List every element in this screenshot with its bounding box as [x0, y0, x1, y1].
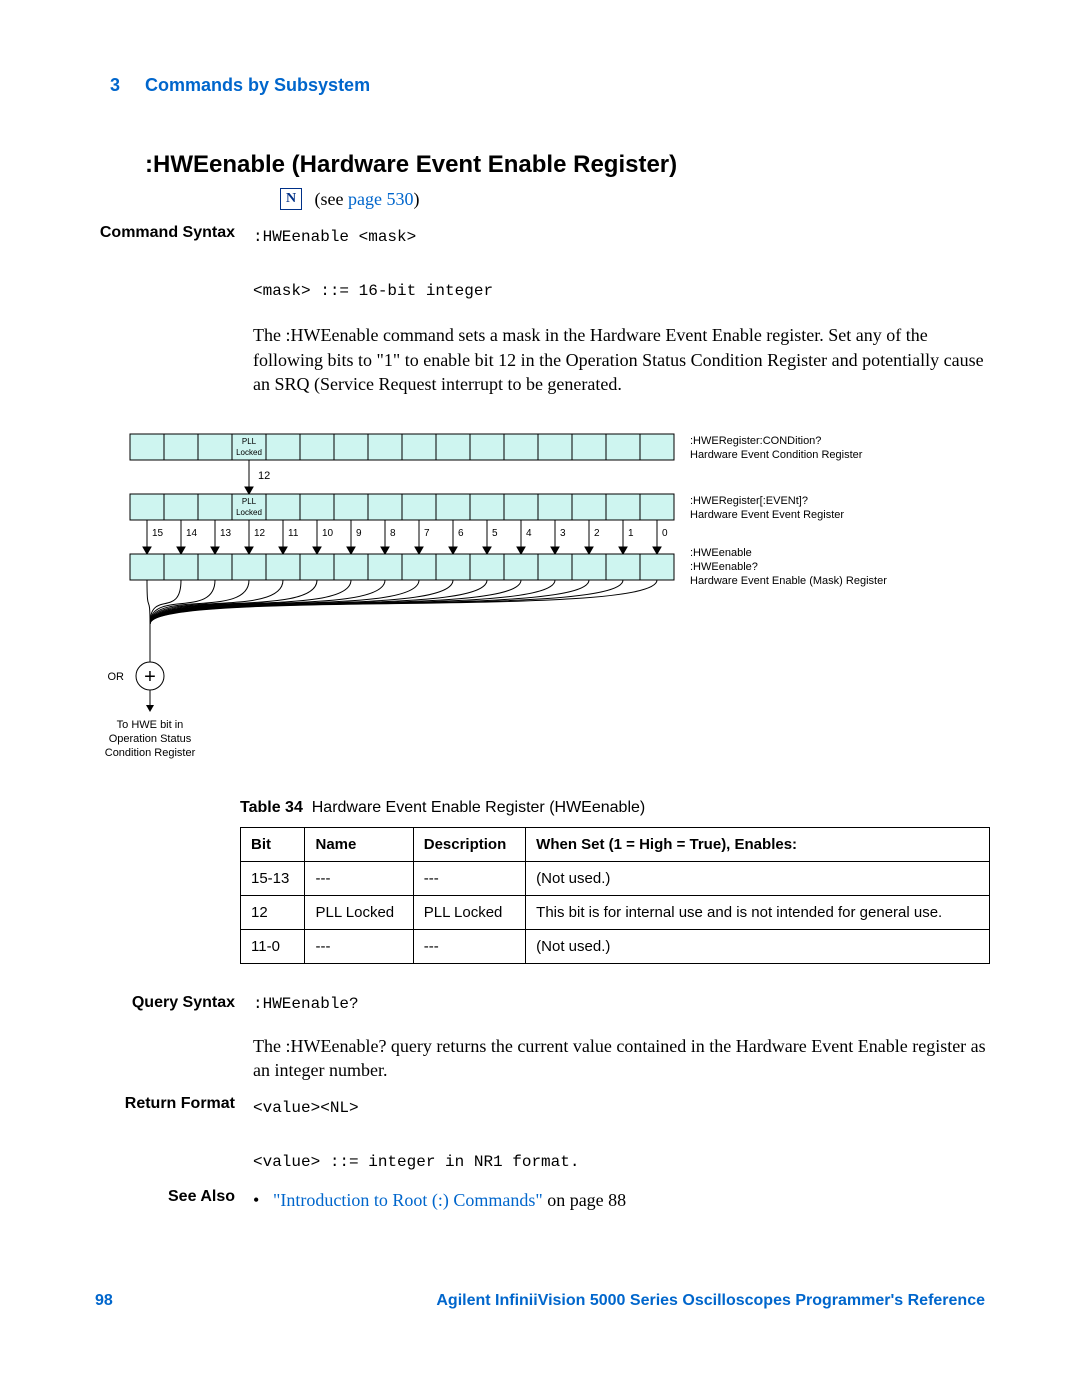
- see-prefix: (see: [315, 189, 348, 209]
- svg-text:5: 5: [492, 528, 498, 539]
- svg-text:3: 3: [560, 528, 566, 539]
- table-title: Hardware Event Enable Register (HWEenabl…: [312, 799, 645, 816]
- svg-text:Hardware Event Condition Regis: Hardware Event Condition Register: [690, 449, 863, 461]
- th-desc: Description: [413, 828, 525, 862]
- svg-text:Locked: Locked: [236, 448, 262, 457]
- bullet-icon: •: [253, 1188, 273, 1212]
- th-bit: Bit: [241, 828, 305, 862]
- chapter-header: 3 Commands by Subsystem: [90, 75, 990, 96]
- command-syntax-label: Command Syntax: [90, 224, 253, 396]
- svg-text:2: 2: [594, 528, 600, 539]
- svg-text:Locked: Locked: [236, 508, 262, 517]
- svg-text:12: 12: [258, 470, 270, 482]
- svg-text::HWEenable?: :HWEenable?: [690, 561, 758, 573]
- svg-text:Hardware Event Enable (Mask) R: Hardware Event Enable (Mask) Register: [690, 575, 887, 587]
- see-reference-line: N (see page 530): [280, 189, 990, 212]
- table-caption: Table 34 Hardware Event Enable Register …: [240, 799, 990, 817]
- table-row: 15-13 --- --- (Not used.): [241, 862, 990, 896]
- doc-title: Agilent InfiniiVision 5000 Series Oscill…: [436, 1292, 985, 1310]
- svg-text:9: 9: [356, 528, 362, 539]
- svg-text:6: 6: [458, 528, 464, 539]
- svg-text:+: +: [144, 666, 156, 688]
- svg-text:8: 8: [390, 528, 396, 539]
- page-title: :HWEenable (Hardware Event Enable Regist…: [145, 151, 990, 179]
- query-syntax-code: :HWEenable?: [253, 994, 990, 1016]
- svg-text::HWEenable: :HWEenable: [690, 547, 752, 559]
- chapter-title: Commands by Subsystem: [145, 75, 370, 95]
- svg-text:14: 14: [186, 528, 198, 539]
- svg-text:PLL: PLL: [242, 497, 257, 506]
- svg-text:13: 13: [220, 528, 232, 539]
- see-suffix: ): [413, 189, 419, 209]
- see-also-link[interactable]: "Introduction to Root (:) Commands": [273, 1190, 543, 1210]
- page-footer: 98 Agilent InfiniiVision 5000 Series Osc…: [90, 1292, 990, 1310]
- page-number: 98: [95, 1292, 113, 1310]
- svg-text:11: 11: [288, 528, 299, 539]
- see-also-item: • "Introduction to Root (:) Commands" on…: [253, 1188, 990, 1212]
- svg-text:1: 1: [628, 528, 634, 539]
- chapter-number: 3: [90, 75, 120, 96]
- command-description: The :HWEenable command sets a mask in th…: [253, 323, 990, 396]
- svg-text:Operation Status: Operation Status: [109, 733, 192, 745]
- register-diagram: PLL Locked :HWERegister:CONDition? Hardw…: [90, 424, 990, 769]
- svg-text:To HWE bit in: To HWE bit in: [117, 719, 184, 731]
- svg-text:Hardware Event Event Register: Hardware Event Event Register: [690, 509, 844, 521]
- svg-text:7: 7: [424, 528, 430, 539]
- svg-text:12: 12: [254, 528, 266, 539]
- svg-text:4: 4: [526, 528, 532, 539]
- svg-text:OR: OR: [108, 671, 125, 683]
- table-row: 12 PLL Locked PLL Locked This bit is for…: [241, 896, 990, 930]
- see-also-suffix: on page 88: [543, 1190, 626, 1210]
- svg-text:PLL: PLL: [242, 437, 257, 446]
- command-syntax-code: :HWEenable <mask> <mask> ::= 16-bit inte…: [253, 224, 990, 306]
- return-format-code: <value><NL> <value> ::= integer in NR1 f…: [253, 1095, 990, 1177]
- see-page-link[interactable]: page 530: [348, 189, 413, 209]
- svg-text:Condition Register: Condition Register: [105, 747, 196, 759]
- n-badge-icon: N: [280, 188, 302, 210]
- svg-text::HWERegister[:EVENt]?: :HWERegister[:EVENt]?: [690, 495, 808, 507]
- th-name: Name: [305, 828, 413, 862]
- table-row: 11-0 --- --- (Not used.): [241, 930, 990, 964]
- th-when: When Set (1 = High = True), Enables:: [526, 828, 990, 862]
- svg-text:0: 0: [662, 528, 668, 539]
- query-syntax-label: Query Syntax: [90, 994, 253, 1082]
- see-also-label: See Also: [90, 1188, 253, 1212]
- query-syntax-para: The :HWEenable? query returns the curren…: [253, 1034, 990, 1083]
- svg-text:15: 15: [152, 528, 164, 539]
- return-format-label: Return Format: [90, 1095, 253, 1177]
- svg-text:10: 10: [322, 528, 334, 539]
- table-number: Table 34: [240, 799, 303, 816]
- register-table: Bit Name Description When Set (1 = High …: [240, 827, 990, 964]
- svg-text::HWERegister:CONDition?: :HWERegister:CONDition?: [690, 435, 821, 447]
